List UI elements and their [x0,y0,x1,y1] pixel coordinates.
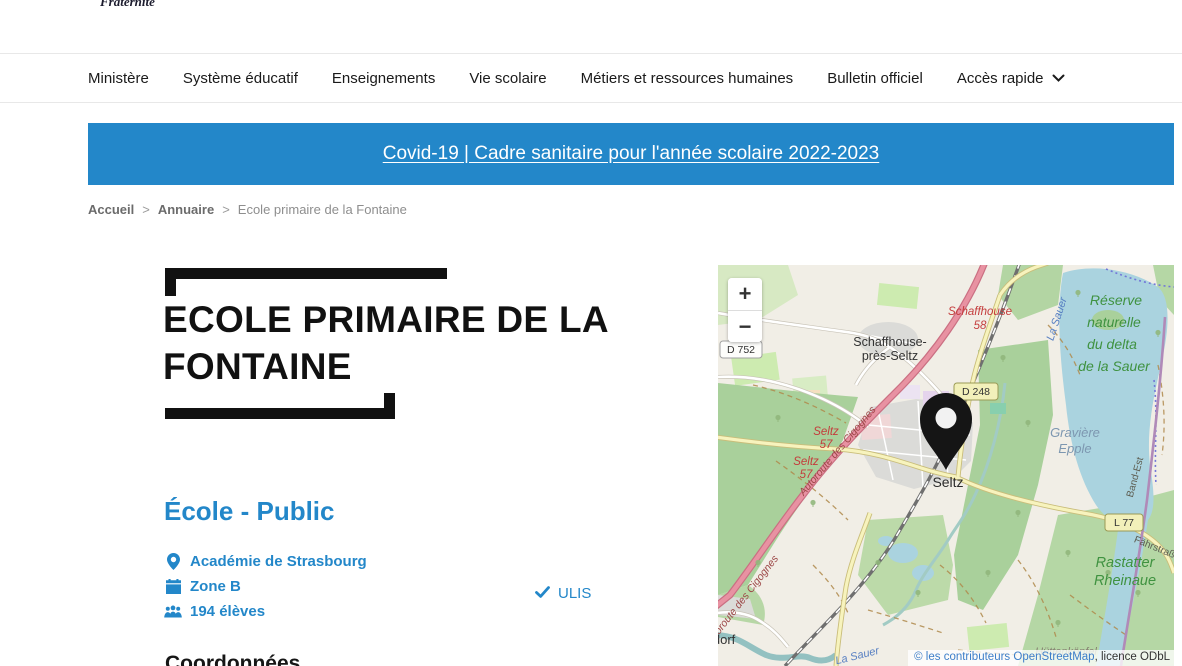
svg-text:Réserve: Réserve [1090,292,1142,308]
check-icon [535,585,550,602]
breadcrumb-separator: > [142,202,150,217]
nav-item-ministere[interactable]: Ministère [88,70,149,87]
attribution-prefix: © les contributeurs [914,651,1013,663]
svg-text:D 752: D 752 [727,344,755,356]
fact-zone: Zone B [164,578,367,595]
title-deco-bottom-tab [384,393,395,419]
attribution-suffix: , licence ODbL [1095,651,1170,663]
map[interactable]: D 752 D 248 L 77 Schaffhouse- près-Seltz… [718,265,1174,666]
svg-text:L 77: L 77 [1114,517,1134,529]
school-facts: Académie de Strasbourg Zone B 194 élèves [164,553,367,620]
breadcrumb-annuaire[interactable]: Annuaire [158,202,214,217]
covid-banner-link[interactable]: Covid-19 | Cadre sanitaire pour l'année … [383,143,880,165]
svg-text:Gravière: Gravière [1050,425,1100,440]
svg-text:Epple: Epple [1058,441,1091,456]
nav-item-acces-rapide[interactable]: Accès rapide [957,70,1065,87]
map-attribution: © les contributeurs OpenStreetMap, licen… [908,650,1174,666]
covid-banner: Covid-19 | Cadre sanitaire pour l'année … [88,123,1174,185]
svg-text:Schaffhouse-: Schaffhouse- [853,335,926,349]
calendar-icon [164,579,182,594]
breadcrumb-separator: > [222,202,230,217]
breadcrumb: Accueil > Annuaire > Ecole primaire de l… [88,202,407,217]
svg-text:Rheinaue: Rheinaue [1094,573,1156,589]
breadcrumb-current: Ecole primaire de la Fontaine [238,202,407,217]
svg-text:Schaffhouse: Schaffhouse [948,306,1012,318]
fact-academy: Académie de Strasbourg [164,553,367,570]
svg-text:Seltz: Seltz [813,426,839,438]
people-icon [164,605,182,618]
svg-text:Seltz: Seltz [932,474,963,490]
map-canvas: D 752 D 248 L 77 Schaffhouse- près-Seltz… [718,265,1174,666]
openstreetmap-link[interactable]: OpenStreetMap [1013,651,1094,663]
svg-text:57: 57 [800,469,813,481]
nav-item-metiers-rh[interactable]: Métiers et ressources humaines [581,70,794,87]
svg-text:de la Sauer: de la Sauer [1078,358,1151,374]
page-title: ECOLE PRIMAIRE DE LA FONTAINE [163,296,663,390]
map-pin-icon [164,553,182,570]
svg-text:du delta: du delta [1087,336,1137,352]
nav-item-enseignements[interactable]: Enseignements [332,70,435,87]
fact-students: 194 élèves [164,603,367,620]
nav-item-vie-scolaire[interactable]: Vie scolaire [469,70,546,87]
svg-text:58: 58 [974,320,987,332]
title-deco-bottom-bar [165,408,395,419]
gov-logo-fraternite: Fraternité [100,0,155,10]
nav-item-bulletin-officiel[interactable]: Bulletin officiel [827,70,923,87]
svg-text:Rastatter: Rastatter [1096,555,1156,571]
zoom-in-button[interactable]: + [728,278,762,310]
breadcrumb-home[interactable]: Accueil [88,202,134,217]
svg-text:57: 57 [820,439,833,451]
svg-text:eldorf: eldorf [718,632,736,647]
road-shield-l77: L 77 [1105,514,1143,531]
road-shield-d752: D 752 [720,341,762,358]
page: Fraternité Ministère Système éducatif En… [0,0,1182,666]
school-type: École - Public [164,496,335,527]
title-deco-top-bar [165,268,447,279]
svg-text:Seltz: Seltz [793,456,819,468]
svg-text:près-Seltz: près-Seltz [862,349,918,363]
svg-text:naturelle: naturelle [1087,314,1141,330]
coordinates-heading: Coordonnées [165,652,300,666]
chevron-down-icon [1052,70,1065,87]
road-shield-d248: D 248 [954,383,998,400]
nav-item-systeme-educatif[interactable]: Système éducatif [183,70,298,87]
main-nav: Ministère Système éducatif Enseignements… [0,53,1182,103]
title-deco-top-tab [165,268,176,296]
ulis-tag: ULIS [535,585,591,602]
map-zoom-control: + − [728,278,762,342]
svg-text:D 248: D 248 [962,386,990,398]
zoom-out-button[interactable]: − [728,310,762,342]
